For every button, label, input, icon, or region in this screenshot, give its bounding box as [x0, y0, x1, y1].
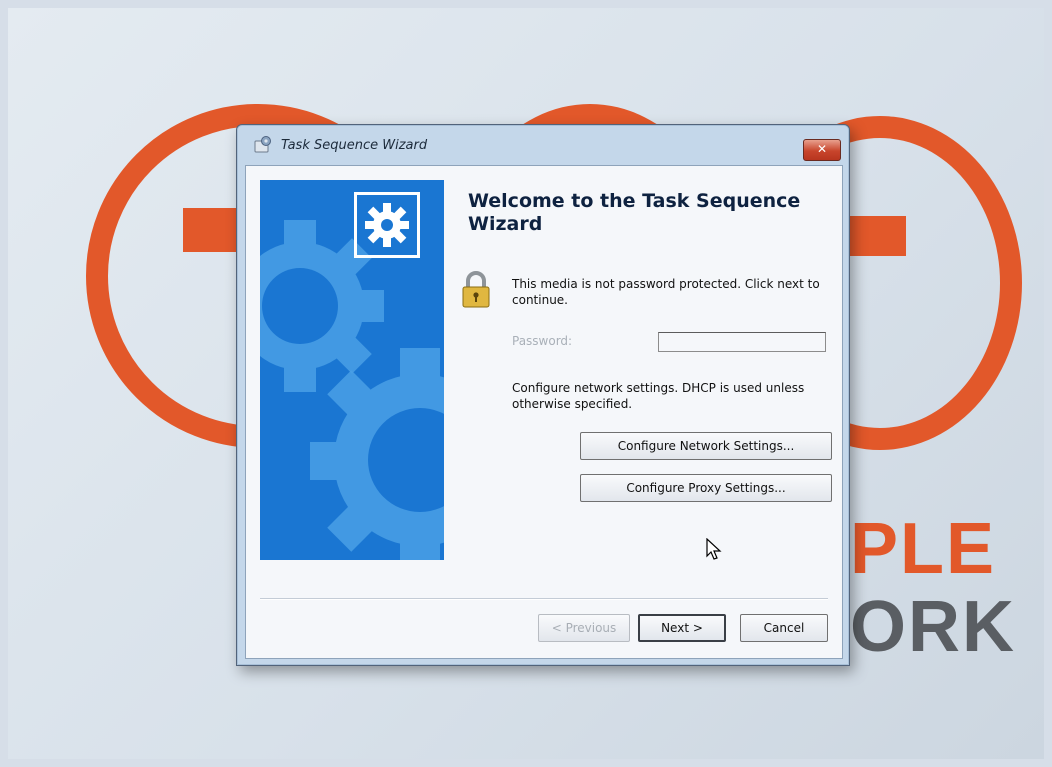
password-status-line-1: This media is not password protected. Cl… — [512, 277, 820, 291]
title-bar[interactable]: Task Sequence Wizard ✕ — [237, 125, 849, 165]
cancel-button[interactable]: Cancel — [740, 614, 828, 642]
network-message-line-1: Configure network settings. DHCP is used… — [512, 381, 805, 395]
background-brand-text-bottom: ORK — [850, 587, 1016, 667]
wizard-side-panel — [260, 180, 444, 560]
password-label: Password: — [512, 334, 573, 348]
configure-proxy-settings-button[interactable]: Configure Proxy Settings... — [580, 474, 832, 502]
lock-icon — [460, 270, 492, 310]
dialog-client-area: Welcome to the Task Sequence Wizard This… — [245, 165, 843, 659]
background-brand-text-top: PLE — [850, 509, 997, 589]
network-message-line-2: otherwise specified. — [512, 397, 633, 411]
wizard-heading: Welcome to the Task Sequence Wizard — [468, 190, 801, 235]
previous-button[interactable]: < Previous — [538, 614, 630, 642]
window-title: Task Sequence Wizard — [281, 137, 428, 153]
mouse-cursor-icon — [706, 537, 722, 562]
configure-network-settings-button[interactable]: Configure Network Settings... — [580, 432, 832, 460]
password-field[interactable] — [658, 332, 826, 352]
footer-divider — [260, 598, 828, 600]
close-button[interactable]: ✕ — [803, 139, 841, 161]
close-icon: ✕ — [816, 142, 828, 156]
next-button[interactable]: Next > — [638, 614, 726, 642]
wizard-app-icon — [253, 135, 273, 155]
task-sequence-wizard-dialog: Task Sequence Wizard ✕ Welcome to the Ta… — [236, 124, 850, 666]
gear-icon — [354, 192, 420, 258]
password-status-line-2: continue. — [512, 293, 568, 307]
